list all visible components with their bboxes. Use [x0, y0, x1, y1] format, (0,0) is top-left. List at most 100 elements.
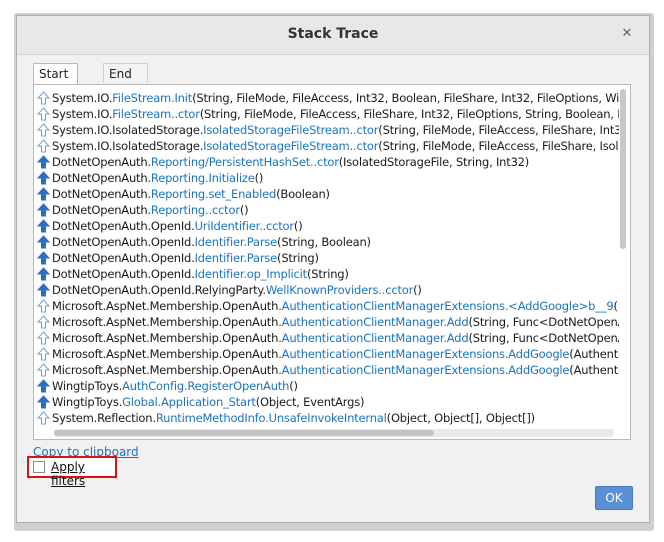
frame-arguments: (String) [306, 267, 349, 281]
frame-method-link[interactable]: Global.Application_Start [122, 395, 256, 409]
stack-frame-row[interactable]: System.IO.FileStream.Init(String, FileMo… [37, 90, 619, 106]
stack-frame-text: DotNetOpenAuth.Reporting.set_Enabled(Boo… [52, 186, 330, 202]
stack-panel: System.IO.FileStream.Init(String, FileMo… [33, 84, 631, 440]
apply-filters-text: Apply filters [51, 460, 86, 488]
stack-frame-row[interactable]: DotNetOpenAuth.OpenId.Identifier.Parse(S… [37, 234, 619, 250]
frame-namespace: System.IO. [52, 107, 113, 121]
frame-method-link[interactable]: IsolatedStorageFileStream..ctor [203, 139, 378, 153]
outline-arrow-up-icon [37, 363, 51, 377]
stack-frame-text: DotNetOpenAuth.OpenId.Identifier.Parse(S… [52, 234, 371, 250]
outline-arrow-up-icon [37, 139, 51, 153]
stack-frame-text: Microsoft.AspNet.Membership.OpenAuth.Aut… [52, 330, 619, 346]
frame-namespace: Microsoft.AspNet.Membership.OpenAuth. [52, 347, 282, 361]
frame-method-link[interactable]: AuthenticationClientManager.Add [282, 315, 469, 329]
stack-frame-row[interactable]: DotNetOpenAuth.Reporting/PersistentHashS… [37, 154, 619, 170]
stack-frame-row[interactable]: Microsoft.AspNet.Membership.OpenAuth.Aut… [37, 346, 619, 362]
tab-end-stack[interactable]: End Stack [103, 63, 149, 101]
solid-arrow-up-icon [37, 219, 51, 233]
frame-arguments: () [293, 219, 303, 233]
frame-method-link[interactable]: UriIdentifier..cctor [195, 219, 295, 233]
vertical-scrollbar[interactable] [618, 89, 628, 429]
frame-method-link[interactable]: FileStream..ctor [112, 107, 200, 121]
frame-method-link[interactable]: Reporting.Initialize [151, 171, 255, 185]
frame-namespace: DotNetOpenAuth.OpenId. [52, 267, 195, 281]
frame-method-link[interactable]: AuthenticationClientManagerExtensions.<A… [282, 299, 614, 313]
frame-method-link[interactable]: AuthenticationClientManagerExtensions.Ad… [282, 363, 570, 377]
stack-frame-row[interactable]: WingtipToys.AuthConfig.RegisterOpenAuth(… [37, 378, 619, 394]
horizontal-scroll-thumb[interactable] [54, 430, 434, 436]
stack-trace-dialog: Stack Trace ✕ Start Stack End Stack Syst… [16, 15, 650, 523]
frame-namespace: Microsoft.AspNet.Membership.OpenAuth. [52, 299, 282, 313]
apply-filters-checkbox[interactable] [33, 461, 45, 473]
frame-method-link[interactable]: Reporting.set_Enabled [151, 187, 276, 201]
stack-frame-text: Microsoft.AspNet.Membership.OpenAuth.Aut… [52, 362, 619, 378]
stack-frame-text: DotNetOpenAuth.OpenId.UriIdentifier..cct… [52, 218, 303, 234]
stack-frame-row[interactable]: DotNetOpenAuth.OpenId.UriIdentifier..cct… [37, 218, 619, 234]
frame-namespace: System.Reflection. [52, 411, 156, 425]
frame-arguments: () [254, 171, 264, 185]
stack-frame-row[interactable]: DotNetOpenAuth.OpenId.Identifier.Parse(S… [37, 250, 619, 266]
frame-namespace: System.IO.IsolatedStorage. [52, 139, 204, 153]
frame-method-link[interactable]: AuthenticationClientManager.Add [282, 331, 469, 345]
solid-arrow-up-icon [37, 379, 51, 393]
stack-frame-row[interactable]: DotNetOpenAuth.Reporting.set_Enabled(Boo… [37, 186, 619, 202]
outline-arrow-up-icon [37, 315, 51, 329]
stack-frame-row[interactable]: System.Reflection.RuntimeMethodInfo.Unsa… [37, 410, 619, 426]
frame-method-link[interactable]: Identifier.op_Implicit [195, 267, 308, 281]
stack-frame-text: System.IO.IsolatedStorage.IsolatedStorag… [52, 122, 619, 138]
frame-method-link[interactable]: FileStream.Init [112, 91, 192, 105]
frame-method-link[interactable]: Identifier.Parse [195, 235, 278, 249]
stack-frame-row[interactable]: System.IO.FileStream..ctor(String, FileM… [37, 106, 619, 122]
stack-frame-text: System.IO.FileStream..ctor(String, FileM… [52, 106, 619, 122]
stack-frame-row[interactable]: Microsoft.AspNet.Membership.OpenAuth.Aut… [37, 330, 619, 346]
stack-frame-row[interactable]: WingtipToys.Global.Application_Start(Obj… [37, 394, 619, 410]
outline-arrow-up-icon [37, 123, 51, 137]
stack-frame-row[interactable]: DotNetOpenAuth.OpenId.Identifier.op_Impl… [37, 266, 619, 282]
stack-frame-text: DotNetOpenAuth.OpenId.Identifier.op_Impl… [52, 266, 349, 282]
stack-frame-text: Microsoft.AspNet.Membership.OpenAuth.Aut… [52, 298, 619, 314]
frame-namespace: Microsoft.AspNet.Membership.OpenAuth. [52, 363, 282, 377]
frame-method-link[interactable]: WellKnownProviders..cctor [266, 283, 413, 297]
stack-frame-text: System.Reflection.RuntimeMethodInfo.Unsa… [52, 410, 535, 426]
frame-namespace: DotNetOpenAuth. [52, 203, 151, 217]
frame-method-link[interactable]: Reporting/PersistentHashSet..ctor [151, 155, 339, 169]
stack-frame-text: System.IO.IsolatedStorage.IsolatedStorag… [52, 138, 619, 154]
frame-arguments: (Authenticat [569, 363, 619, 377]
close-button[interactable]: ✕ [617, 24, 637, 44]
solid-arrow-up-icon [37, 283, 51, 297]
frame-namespace: DotNetOpenAuth.OpenId. [52, 251, 195, 265]
tab-start-stack[interactable]: Start Stack [33, 63, 79, 101]
frame-arguments: (String, Boolean) [277, 235, 371, 249]
solid-arrow-up-icon [37, 155, 51, 169]
frame-method-link[interactable]: RuntimeMethodInfo.UnsafeInvokeInternal [156, 411, 387, 425]
frame-method-link[interactable]: IsolatedStorageFileStream..ctor [203, 123, 378, 137]
frame-method-link[interactable]: AuthConfig.RegisterOpenAuth [122, 379, 289, 393]
frame-method-link[interactable]: Identifier.Parse [195, 251, 278, 265]
frame-arguments: () [289, 379, 298, 393]
solid-arrow-up-icon [37, 187, 51, 201]
solid-arrow-up-icon [37, 171, 51, 185]
vertical-scroll-thumb[interactable] [620, 89, 626, 249]
stack-frame-row[interactable]: System.IO.IsolatedStorage.IsolatedStorag… [37, 122, 619, 138]
stack-frame-text: WingtipToys.AuthConfig.RegisterOpenAuth(… [52, 378, 298, 394]
solid-arrow-up-icon [37, 395, 51, 409]
stack-frame-row[interactable]: System.IO.IsolatedStorage.IsolatedStorag… [37, 138, 619, 154]
stack-frame-row[interactable]: DotNetOpenAuth.Reporting..cctor() [37, 202, 619, 218]
frame-method-link[interactable]: AuthenticationClientManagerExtensions.Ad… [282, 347, 570, 361]
frame-arguments: (String, FileMode, FileAccess, Int32, Bo… [192, 91, 619, 105]
stack-frame-text: System.IO.FileStream.Init(String, FileMo… [52, 90, 619, 106]
frame-namespace: DotNetOpenAuth.OpenId. [52, 235, 195, 249]
ok-button[interactable]: OK [595, 486, 633, 510]
apply-filters-label[interactable]: Apply filters [51, 460, 115, 488]
frame-arguments: (String, FileMode, FileAccess, FileShare… [199, 107, 619, 121]
stack-frame-row[interactable]: Microsoft.AspNet.Membership.OpenAuth.Aut… [37, 298, 619, 314]
stack-frame-row[interactable]: Microsoft.AspNet.Membership.OpenAuth.Aut… [37, 362, 619, 378]
stack-frame-row[interactable]: Microsoft.AspNet.Membership.OpenAuth.Aut… [37, 314, 619, 330]
frame-arguments: (Boolean) [276, 187, 330, 201]
stack-frame-row[interactable]: DotNetOpenAuth.OpenId.RelyingParty.WellK… [37, 282, 619, 298]
frame-arguments: (IsolatedStorageFile, String, Int32) [338, 155, 530, 169]
frame-method-link[interactable]: Reporting..cctor [151, 203, 240, 217]
stack-frame-row[interactable]: DotNetOpenAuth.Reporting.Initialize() [37, 170, 619, 186]
frame-namespace: Microsoft.AspNet.Membership.OpenAuth. [52, 315, 282, 329]
horizontal-scrollbar[interactable] [54, 429, 614, 437]
